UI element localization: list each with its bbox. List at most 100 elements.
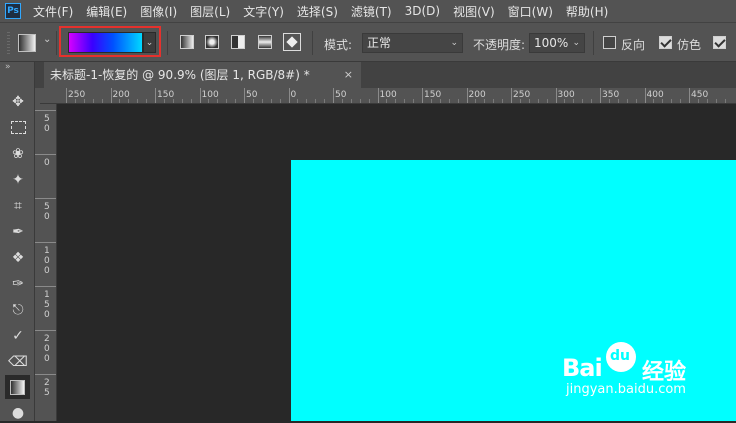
gradient-tool-preset-icon[interactable]	[18, 34, 36, 52]
options-bar-grip[interactable]	[7, 32, 10, 54]
healing-brush-tool-icon[interactable]: ❖	[8, 248, 28, 268]
chevron-down-icon[interactable]: ⌄	[43, 34, 51, 45]
ruler-minor-tick	[439, 99, 441, 103]
ruler-minor-tick	[226, 99, 228, 103]
collapse-panel-icon[interactable]: »	[5, 62, 11, 72]
ruler-minor-tick	[448, 99, 450, 103]
reverse-checkbox[interactable]	[603, 36, 616, 49]
ruler-minor-tick	[83, 99, 85, 103]
lasso-tool-icon[interactable]: ❀	[8, 144, 28, 164]
reflected-gradient-icon[interactable]	[258, 35, 272, 49]
ruler-minor-tick	[413, 99, 415, 103]
brush-tool-icon[interactable]: ✑	[8, 274, 28, 294]
menu-layer[interactable]: 图层(L)	[190, 3, 230, 20]
ruler-tick-label: 250	[513, 90, 531, 100]
ruler-tick-label: 150	[424, 90, 442, 100]
ruler-minor-tick	[208, 99, 210, 103]
ruler-minor-tick	[724, 99, 726, 103]
eraser-tool-icon[interactable]: ⌫	[8, 352, 28, 372]
menu-help[interactable]: 帮助(H)	[566, 3, 608, 20]
ruler-tick-label: 50	[246, 90, 258, 100]
ruler-minor-tick	[706, 99, 708, 103]
divider	[312, 31, 313, 55]
magic-wand-tool-icon[interactable]: ✦	[8, 170, 28, 190]
eyedropper-tool-icon[interactable]: ✒	[8, 222, 28, 242]
menu-window[interactable]: 窗口(W)	[508, 3, 553, 20]
vertical-ruler[interactable]: 5 0 0 5 0 1 0 0 1 5 0 2 0 0 2 5	[35, 104, 57, 421]
ruler-minor-tick	[315, 99, 317, 103]
ruler-major-tick	[555, 88, 557, 103]
ruler-minor-tick	[235, 99, 237, 103]
ruler-minor-tick	[493, 99, 495, 103]
ruler-major-tick	[422, 88, 423, 103]
ruler-minor-tick	[324, 99, 326, 103]
ruler-tick-label: 5 0	[44, 202, 50, 222]
menu-filter[interactable]: 滤镜(T)	[351, 3, 392, 20]
ruler-minor-tick	[662, 99, 664, 103]
mode-select[interactable]: 正常 ⌄	[362, 33, 463, 53]
watermark-url: jingyan.baidu.com	[566, 382, 686, 397]
ruler-major-tick	[35, 286, 56, 287]
opacity-value: 100%	[534, 36, 569, 50]
ruler-minor-tick	[653, 99, 655, 103]
document-tab[interactable]: 未标题-1-恢复的 @ 90.9% (图层 1, RGB/8#) * ×	[44, 62, 361, 88]
radial-gradient-icon[interactable]	[205, 35, 219, 49]
chevron-down-icon: ⌄	[572, 38, 580, 48]
menu-image[interactable]: 图像(I)	[140, 3, 177, 20]
menu-select[interactable]: 选择(S)	[297, 3, 338, 20]
opacity-field[interactable]: 100% ⌄	[529, 33, 585, 53]
menu-bar: Ps 文件(F) 编辑(E) 图像(I) 图层(L) 文字(Y) 选择(S) 滤…	[0, 0, 736, 22]
ruler-tick-label: 50	[335, 90, 347, 100]
menu-file[interactable]: 文件(F)	[33, 3, 73, 20]
baidu-jingyan-watermark: Bai du 经验 jingyan.baidu.com	[562, 340, 736, 400]
transparency-checkbox[interactable]	[713, 36, 726, 49]
ruler-minor-tick	[279, 99, 281, 103]
ruler-minor-tick	[457, 99, 459, 103]
ruler-tick-label: 150	[157, 90, 175, 100]
ruler-minor-tick	[395, 99, 397, 103]
angle-gradient-icon[interactable]	[231, 35, 245, 49]
close-icon[interactable]: ×	[344, 62, 353, 88]
menu-edit[interactable]: 编辑(E)	[86, 3, 127, 20]
menu-type[interactable]: 文字(Y)	[243, 3, 284, 20]
ruler-minor-tick	[163, 99, 165, 103]
ruler-major-tick	[155, 88, 156, 103]
ruler-major-tick	[35, 242, 56, 243]
ruler-tick-label: 450	[691, 90, 709, 100]
ruler-minor-tick	[608, 99, 610, 103]
ruler-minor-tick	[297, 99, 299, 103]
menu-view[interactable]: 视图(V)	[453, 3, 495, 20]
horizontal-ruler[interactable]: 250 200 150 100 50 0 50 100 150 200 250 300 350 400 45…	[40, 88, 736, 104]
ruler-tick-label: 400	[646, 90, 664, 100]
ruler-tick-label: 200	[112, 90, 130, 100]
clone-stamp-tool-icon[interactable]: ⎋	[8, 300, 28, 320]
dither-checkbox[interactable]	[659, 36, 672, 49]
highlight-box	[59, 26, 161, 57]
ruler-major-tick	[288, 88, 290, 103]
ruler-tick-label: 100	[379, 90, 397, 100]
ruler-minor-tick	[671, 99, 673, 103]
crop-tool-icon[interactable]: ⌗	[8, 196, 28, 216]
ruler-minor-tick	[617, 99, 619, 103]
ruler-tick-label: 1 5 0	[44, 290, 50, 320]
ruler-minor-tick	[190, 99, 192, 103]
ruler-minor-tick	[591, 99, 593, 103]
ruler-tick-label: 0	[290, 90, 297, 100]
linear-gradient-icon[interactable]	[180, 35, 194, 49]
divider	[167, 31, 168, 55]
ruler-major-tick	[511, 88, 512, 103]
move-tool-icon[interactable]: ✥	[8, 92, 28, 112]
menu-3d[interactable]: 3D(D)	[405, 4, 440, 18]
ruler-minor-tick	[697, 99, 699, 103]
history-brush-tool-icon[interactable]: ✓	[8, 326, 28, 346]
ruler-minor-tick	[181, 99, 183, 103]
blur-tool-icon[interactable]: ●	[8, 403, 28, 423]
gradient-tool-icon[interactable]	[5, 375, 30, 399]
ruler-minor-tick	[582, 99, 584, 103]
ruler-tick-label: 200	[468, 90, 486, 100]
ruler-tick-label: 1 0 0	[44, 246, 50, 276]
ruler-major-tick	[35, 110, 56, 111]
diamond-gradient-icon[interactable]	[283, 33, 301, 51]
ruler-tick-label: 5 0	[44, 114, 50, 134]
marquee-tool-icon[interactable]	[8, 117, 28, 137]
